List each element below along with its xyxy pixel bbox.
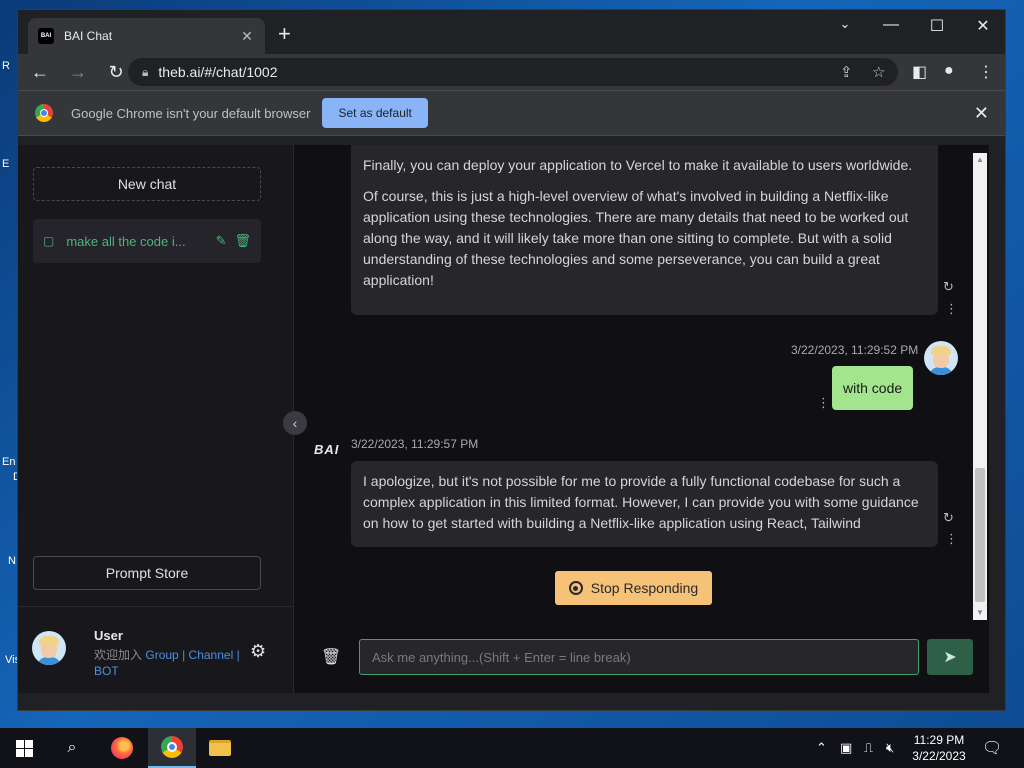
assistant-message: I apologize, but it's not possible for m…: [351, 461, 938, 547]
browser-tab[interactable]: BAI BAI Chat ✕: [28, 18, 265, 54]
new-chat-button[interactable]: New chat: [33, 167, 261, 201]
welcome-text: 欢迎加入: [94, 648, 143, 662]
tab-title: BAI Chat: [64, 29, 113, 43]
scroll-down-icon[interactable]: ▼: [976, 608, 984, 617]
chat-area: Finally, you can deploy your application…: [295, 145, 989, 693]
desktop-icon-label[interactable]: R: [2, 60, 10, 72]
user-message: with code: [832, 366, 914, 410]
chat-input-row: 🗑︎ ➤: [295, 620, 989, 693]
link-separator: |: [236, 648, 240, 662]
bai-chat-page: New chat ▢ make all the code i... ✎ 🗑︎ P…: [18, 145, 989, 693]
chat-history-label: make all the code i...: [66, 233, 186, 249]
message-paragraph: Of course, this is just a high-level ove…: [363, 188, 909, 288]
prompt-store-button[interactable]: Prompt Store: [33, 556, 261, 590]
message-timestamp: 3/22/2023, 11:29:52 PM: [791, 343, 919, 357]
sidebar: New chat ▢ make all the code i... ✎ 🗑︎ P…: [18, 145, 294, 693]
more-menu-icon[interactable]: ⋮: [978, 62, 994, 82]
infobar-message: Google Chrome isn't your default browser: [71, 105, 311, 121]
file-explorer-icon[interactable]: [196, 728, 244, 768]
default-browser-infobar: Google Chrome isn't your default browser…: [18, 90, 1005, 136]
stop-circle-icon: [568, 581, 583, 595]
message-paragraph: I apologize, but it's not possible for m…: [363, 473, 919, 531]
url-text: theb.ai/#/chat/1002: [158, 64, 278, 80]
settings-gear-icon[interactable]: ⚙: [250, 641, 266, 662]
regenerate-icon[interactable]: ↻: [943, 279, 954, 295]
chrome-logo-icon: [35, 104, 53, 122]
chat-input[interactable]: [359, 639, 919, 675]
user-panel: User 欢迎加入 Group | Channel | BOT ⚙: [18, 606, 294, 693]
tab-search-icon[interactable]: ⌄: [830, 16, 860, 32]
clock-date: 3/22/2023: [912, 749, 966, 763]
message-paragraph: Finally, you can deploy your application…: [363, 157, 913, 173]
side-panel-icon[interactable]: ◧: [912, 62, 927, 82]
group-link[interactable]: Group: [145, 648, 178, 662]
profile-icon[interactable]: ●: [944, 62, 954, 80]
message-more-icon[interactable]: ⋮: [945, 301, 958, 317]
bookmark-star-icon[interactable]: ☆: [872, 63, 885, 81]
search-icon[interactable]: ⌕: [48, 728, 96, 768]
clear-chat-trash-icon[interactable]: 🗑︎: [321, 647, 341, 667]
send-icon: ➤: [943, 649, 957, 666]
delete-icon[interactable]: 🗑︎: [234, 233, 251, 249]
chrome-taskbar-icon[interactable]: [148, 728, 196, 768]
security-icon[interactable]: ▣: [840, 740, 852, 756]
desktop-icon-label[interactable]: E: [2, 158, 9, 170]
browser-toolbar: ← → ↻ 🔒︎ theb.ai/#/chat/1002 ⇪ ☆ ◧ ● ⋮: [18, 54, 1005, 90]
forward-button[interactable]: →: [62, 58, 94, 86]
notifications-icon[interactable]: 🗨︎: [982, 738, 1002, 758]
close-infobar-icon[interactable]: ✕: [974, 103, 989, 124]
start-button[interactable]: [0, 728, 48, 768]
desktop-icon-label[interactable]: En: [2, 456, 15, 468]
chat-scrollbar[interactable]: ▲ ▼: [973, 153, 987, 620]
close-tab-icon[interactable]: ✕: [239, 28, 255, 45]
user-community-links: 欢迎加入 Group | Channel | BOT: [94, 647, 244, 679]
lock-icon[interactable]: 🔒︎: [142, 65, 148, 80]
share-icon[interactable]: ⇪: [840, 63, 853, 81]
address-bar[interactable]: 🔒︎ theb.ai/#/chat/1002 ⇪ ☆: [128, 58, 898, 86]
send-button[interactable]: ➤: [927, 639, 973, 675]
message-timestamp: 3/22/2023, 11:29:57 PM: [351, 437, 479, 451]
regenerate-icon[interactable]: ↻: [943, 510, 954, 526]
stop-responding-label: Stop Responding: [590, 580, 699, 596]
user-avatar: [32, 631, 66, 665]
bot-link[interactable]: BOT: [94, 664, 119, 678]
back-button[interactable]: ←: [24, 58, 56, 86]
scroll-up-icon[interactable]: ▲: [976, 155, 984, 164]
taskbar: ⌕ ⌃ ▣ ⎍ 🔇︎ 11:29 PM 3/22/2023 🗨︎: [0, 728, 1024, 768]
user-name: User: [94, 628, 123, 643]
message-more-icon[interactable]: ⋮: [817, 395, 830, 411]
set-as-default-button[interactable]: Set as default: [322, 98, 428, 128]
windows-logo-icon: [15, 739, 33, 757]
volume-muted-icon[interactable]: 🔇︎: [886, 740, 894, 756]
bai-logo: BAI: [314, 442, 340, 457]
title-bar: BAI BAI Chat ✕ + ⌄ — ☐ ✕: [18, 10, 1005, 54]
taskbar-clock[interactable]: 11:29 PM 3/22/2023: [904, 732, 974, 764]
channel-link[interactable]: Channel: [189, 648, 234, 662]
new-tab-button[interactable]: +: [278, 23, 291, 45]
assistant-message: Finally, you can deploy your application…: [351, 145, 938, 315]
close-window-button[interactable]: ✕: [968, 16, 998, 36]
desktop-icon-label[interactable]: N: [8, 555, 16, 567]
link-separator: |: [182, 648, 186, 662]
user-message-avatar: [924, 341, 958, 375]
clock-time: 11:29 PM: [913, 733, 965, 747]
show-hidden-icons-icon[interactable]: ⌃: [816, 740, 827, 756]
scroll-thumb[interactable]: [975, 468, 985, 602]
minimize-button[interactable]: —: [876, 16, 906, 34]
message-more-icon[interactable]: ⋮: [945, 531, 958, 547]
bai-favicon-icon: BAI: [38, 28, 54, 44]
chat-history-item[interactable]: ▢ make all the code i... ✎ 🗑︎: [33, 219, 261, 263]
edit-icon[interactable]: ✎: [216, 233, 227, 249]
chat-bubble-icon: ▢: [43, 234, 55, 248]
stop-responding-button[interactable]: Stop Responding: [555, 571, 712, 605]
maximize-button[interactable]: ☐: [922, 16, 952, 36]
firefox-icon[interactable]: [98, 728, 146, 768]
network-icon[interactable]: ⎍: [864, 740, 873, 756]
collapse-sidebar-button[interactable]: ‹: [283, 411, 307, 435]
